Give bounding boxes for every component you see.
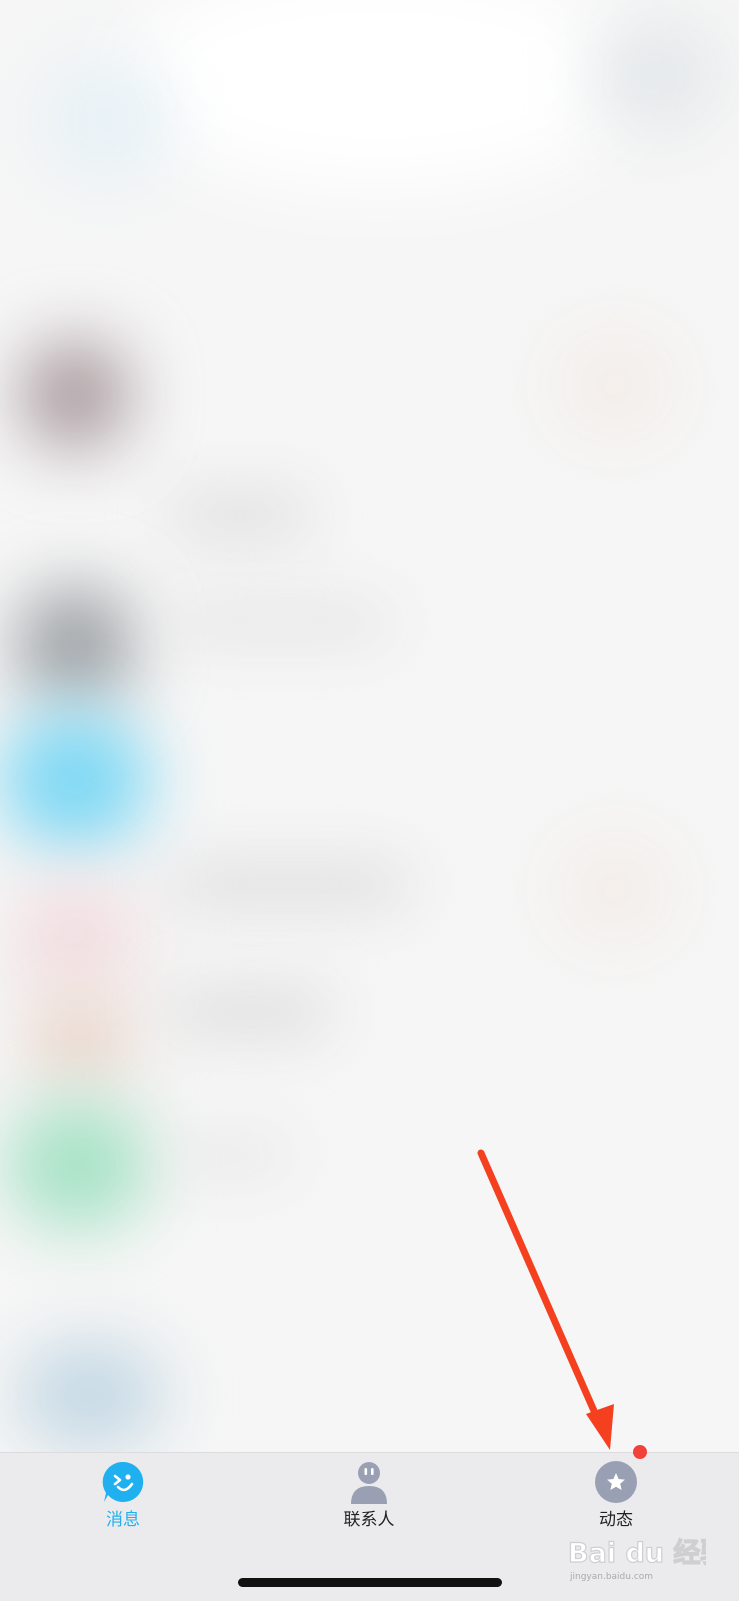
blur-highlight bbox=[120, 0, 640, 190]
tab-messages-label: 消息 bbox=[106, 1510, 140, 1530]
blurred-avatar bbox=[15, 585, 135, 705]
blurred-text-line bbox=[170, 495, 310, 535]
watermark-logo-text: Bai du 经验 bbox=[568, 1537, 706, 1569]
blurred-chat-list bbox=[0, 0, 739, 1452]
baidu-jingyan-watermark: Bai du 经验 bbox=[566, 1533, 728, 1571]
message-bubble-icon bbox=[101, 1460, 145, 1504]
blurred-avatar bbox=[5, 1100, 150, 1230]
watermark-url: jingyan.baidu.com bbox=[570, 1572, 654, 1582]
blurred-text-line bbox=[170, 1140, 290, 1170]
tab-contacts-label: 联系人 bbox=[343, 1510, 395, 1530]
blurred-avatar bbox=[15, 1340, 165, 1450]
blurred-avatar bbox=[40, 60, 170, 180]
home-indicator bbox=[238, 1578, 502, 1587]
blurred-thumbnail bbox=[560, 335, 670, 435]
contacts-person-icon bbox=[347, 1460, 391, 1504]
blurred-text-line bbox=[170, 865, 410, 905]
tab-messages[interactable]: 消息 bbox=[63, 1460, 183, 1540]
blurred-avatar bbox=[20, 340, 130, 450]
blurred-thumbnail bbox=[560, 840, 670, 940]
notification-badge bbox=[633, 1445, 647, 1459]
blurred-text-line bbox=[170, 605, 390, 639]
blurred-avatar bbox=[10, 880, 140, 990]
blurred-avatar bbox=[25, 990, 135, 1090]
star-circle-icon bbox=[594, 1460, 638, 1504]
tab-feed[interactable]: 动态 bbox=[556, 1460, 676, 1540]
blurred-avatar bbox=[0, 710, 150, 850]
blurred-thumbnail bbox=[590, 20, 720, 130]
tab-contacts[interactable]: 联系人 bbox=[309, 1460, 429, 1540]
tab-feed-label: 动态 bbox=[599, 1510, 633, 1530]
blurred-text-line bbox=[170, 990, 330, 1034]
